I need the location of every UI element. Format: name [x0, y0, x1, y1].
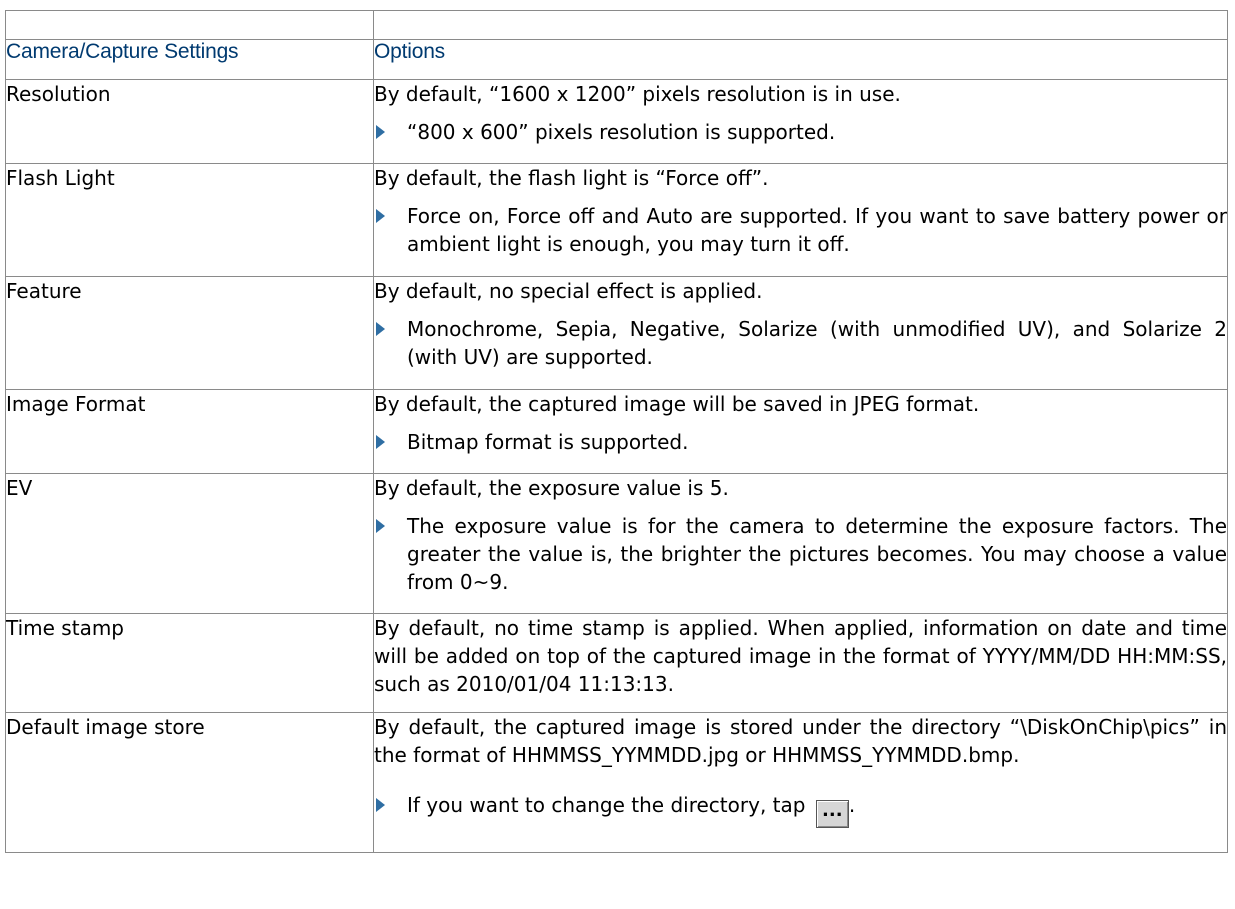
- bullet-item: The exposure value is for the camera to …: [374, 512, 1227, 596]
- setting-name: Feature: [5, 276, 374, 390]
- table-row: Default image store By default, the capt…: [5, 712, 1228, 853]
- table-row: Feature By default, no special effect is…: [5, 276, 1228, 390]
- table-row: Image Format By default, the captured im…: [5, 389, 1228, 474]
- default-text: By default, the exposure value is 5.: [374, 476, 729, 500]
- setting-options: By default, the exposure value is 5. The…: [373, 473, 1228, 614]
- setting-options: By default, the captured image will be s…: [373, 389, 1228, 474]
- default-text: By default, the flash light is “Force of…: [374, 166, 769, 190]
- setting-name: Default image store: [5, 712, 374, 853]
- setting-name: Resolution: [5, 79, 374, 164]
- default-text: By default, no time stamp is applied. Wh…: [374, 616, 1227, 696]
- bullet-text: Force on, Force off and Auto are support…: [407, 204, 1227, 256]
- bullet-text: The exposure value is for the camera to …: [407, 514, 1227, 594]
- default-text: By default, the captured image will be s…: [374, 392, 980, 416]
- bullet-item: Force on, Force off and Auto are support…: [374, 202, 1227, 258]
- default-text: By default, “1600 x 1200” pixels resolut…: [374, 82, 901, 106]
- bullet-text: Bitmap format is supported.: [407, 430, 689, 454]
- bullet-end-period: .: [848, 793, 856, 817]
- triangle-right-icon: [376, 435, 385, 449]
- setting-name: Flash Light: [5, 163, 374, 277]
- bullet-text: If you want to change the directory, tap: [407, 793, 806, 817]
- table-top-spacer: [5, 10, 1228, 40]
- triangle-right-icon: [376, 322, 385, 336]
- triangle-right-icon: [376, 798, 385, 812]
- triangle-right-icon: [376, 519, 385, 533]
- camera-settings-table: Camera/Capture Settings Options Resoluti…: [5, 10, 1228, 853]
- setting-name: EV: [5, 473, 374, 614]
- header-settings: Camera/Capture Settings: [5, 39, 374, 80]
- header-options: Options: [373, 39, 1228, 80]
- table-row: Time stamp By default, no time stamp is …: [5, 613, 1228, 713]
- setting-name: Image Format: [5, 389, 374, 474]
- browse-button[interactable]: ...: [815, 800, 849, 828]
- setting-name: Time stamp: [5, 613, 374, 713]
- bullet-item: Monochrome, Sepia, Negative, Solarize (w…: [374, 315, 1227, 371]
- triangle-right-icon: [376, 125, 385, 139]
- bullet-item: If you want to change the directory, tap…: [374, 791, 1227, 828]
- table-row: Resolution By default, “1600 x 1200” pix…: [5, 79, 1228, 164]
- default-text: By default, no special effect is applied…: [374, 279, 763, 303]
- bullet-item: “800 x 600” pixels resolution is support…: [374, 118, 1227, 146]
- table-row: EV By default, the exposure value is 5. …: [5, 473, 1228, 614]
- default-text: By default, the captured image is stored…: [374, 715, 1227, 767]
- setting-options: By default, no time stamp is applied. Wh…: [373, 613, 1228, 713]
- setting-options: By default, the captured image is stored…: [373, 712, 1228, 853]
- bullet-text: “800 x 600” pixels resolution is support…: [407, 120, 836, 144]
- bullet-text: Monochrome, Sepia, Negative, Solarize (w…: [407, 317, 1227, 369]
- triangle-right-icon: [376, 209, 385, 223]
- bullet-item: Bitmap format is supported.: [374, 428, 1227, 456]
- setting-options: By default, “1600 x 1200” pixels resolut…: [373, 79, 1228, 164]
- setting-options: By default, the flash light is “Force of…: [373, 163, 1228, 277]
- setting-options: By default, no special effect is applied…: [373, 276, 1228, 390]
- document-page: Camera/Capture Settings Options Resoluti…: [0, 0, 1235, 909]
- table-header-row: Camera/Capture Settings Options: [5, 39, 1228, 80]
- table-row: Flash Light By default, the flash light …: [5, 163, 1228, 277]
